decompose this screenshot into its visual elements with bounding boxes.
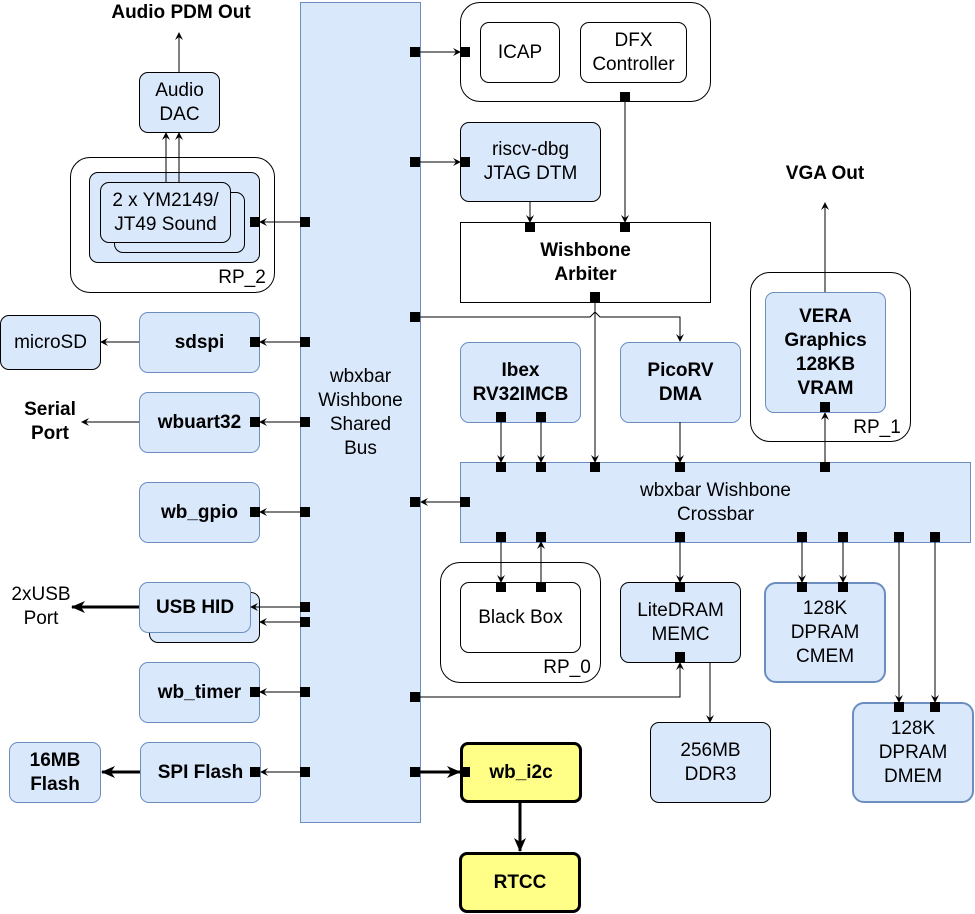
port [496,462,506,472]
port [620,92,630,102]
port [536,462,546,472]
port [300,767,310,777]
port [300,417,310,427]
port [250,507,260,517]
port [894,532,904,542]
port [496,412,506,422]
port [300,602,310,612]
port [590,462,600,472]
port [675,582,685,592]
port [250,217,260,227]
port [675,652,685,662]
port [300,337,310,347]
port [675,462,685,472]
port [250,337,260,347]
port [536,532,546,542]
wire [415,662,684,698]
port [460,767,470,777]
port [590,292,600,302]
port [838,532,848,542]
wire [415,311,684,342]
port [930,702,940,712]
port [820,462,830,472]
port [410,497,420,507]
port [410,692,420,702]
port [797,532,807,542]
block-diagram: wbxbar Wishbone Shared Bus ICAP DFX Cont… [0,0,975,914]
port [675,532,685,542]
port [250,417,260,427]
port [496,532,506,542]
port [300,617,310,627]
port [894,702,904,712]
port [410,312,420,322]
port [525,222,535,232]
port [838,582,848,592]
port [410,157,420,167]
port [300,507,310,517]
port [536,412,546,422]
port [460,497,470,507]
port [250,687,260,697]
port [930,532,940,542]
port [820,402,830,412]
port [300,217,310,227]
port [496,582,506,592]
port [410,47,420,57]
port [460,47,470,57]
port [620,222,630,232]
port [460,157,470,167]
port [797,582,807,592]
port [536,582,546,592]
port [300,687,310,697]
port [250,767,260,777]
port [410,767,420,777]
connections [71,32,940,852]
